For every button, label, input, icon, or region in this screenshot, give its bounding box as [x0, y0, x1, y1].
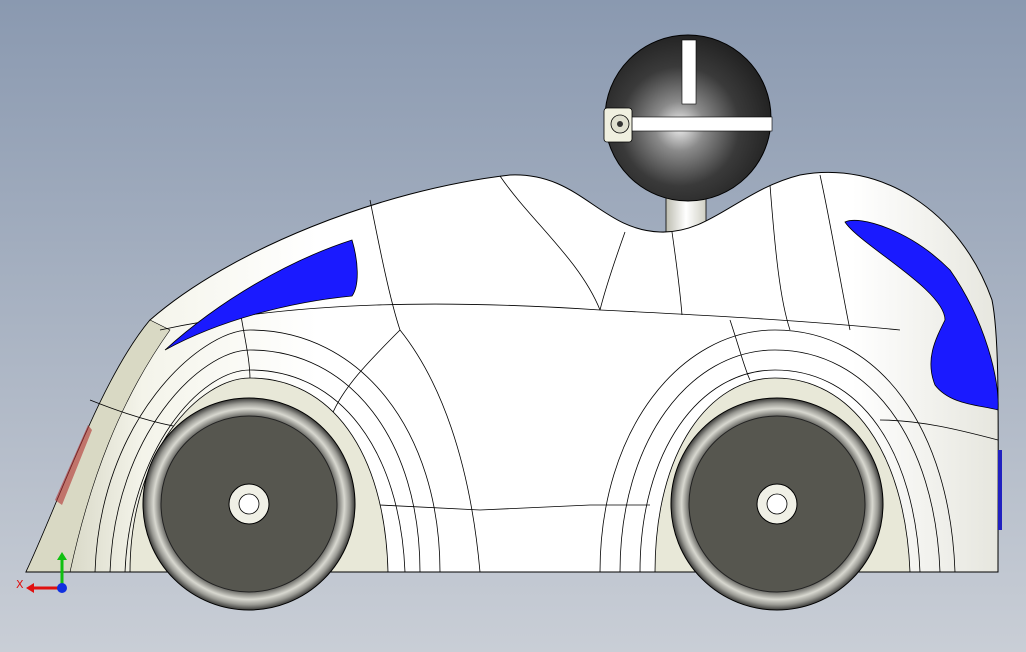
triad-z-axis	[57, 583, 67, 593]
head-slot-vertical	[681, 39, 697, 105]
head-eye-pupil	[617, 121, 623, 127]
triad-x-label: X	[16, 578, 24, 591]
3d-viewport[interactable]: X	[0, 0, 1026, 652]
front-wheel[interactable]	[142, 397, 356, 611]
viewport-canvas[interactable]: X	[0, 0, 1026, 652]
rear-marker	[998, 450, 1002, 530]
rear-wheel[interactable]	[670, 397, 884, 611]
